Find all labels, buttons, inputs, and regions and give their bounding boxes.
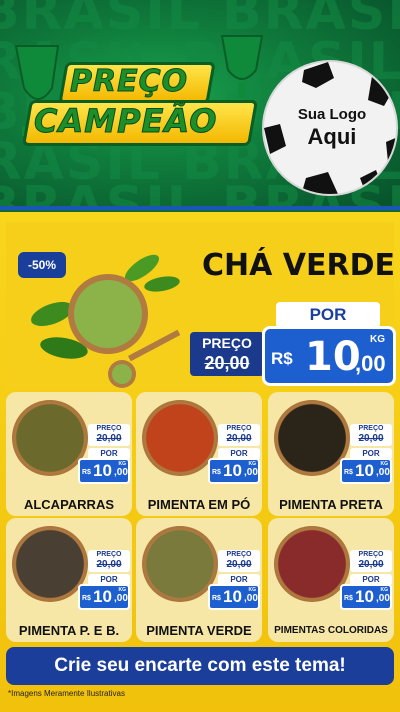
price-unit: KG [248,461,257,467]
old-price-label: PREÇO [96,425,122,432]
price-unit: KG [380,461,389,467]
title-line2: CAMPEÃO [33,102,218,141]
old-price-value: 20,00 [96,559,122,570]
price-tag: R$ 10,00 KG [208,584,260,610]
price-integer: 10 [223,461,242,480]
title-badge: PREÇO CAMPEÃO [18,56,259,156]
old-price-box: PREÇO 20,00 [88,424,130,446]
old-price-label: PREÇO [358,551,384,558]
price-unit: KG [248,587,257,593]
product-name: ALCAPARRAS [23,497,115,512]
product-image [12,526,88,602]
header-divider [0,206,400,210]
flyer-body: -50% CHÁ VERDE POR PREÇO 20,00 R$ 10 ,00… [0,212,400,712]
featured-product[interactable]: -50% CHÁ VERDE POR PREÇO 20,00 R$ 10 ,00… [6,222,396,390]
price-decimal: ,00 [244,593,258,604]
old-price-label: PREÇO [226,425,252,432]
old-price-box: PREÇO 20,00 [350,424,392,446]
price-integer: 10 [223,587,242,606]
product-name: PIMENTA P. E B. [18,623,120,638]
price-tag: R$ 10,00 KG [340,458,392,484]
price-decimal: ,00 [376,593,390,604]
old-price-value: 20,00 [204,353,250,373]
old-price-box: PREÇO 20,00 [190,332,264,376]
price-tag: R$ 10,00 KG [208,458,260,484]
product-name: PIMENTAS COLORIDAS [274,625,388,636]
old-price-value: 20,00 [96,433,122,444]
product-card[interactable]: PREÇO 20,00 POR R$ 10,00 KG PIMENTA VERDE [136,518,262,642]
product-image [274,526,350,602]
price-decimal: ,00 [244,467,258,478]
cta-banner[interactable]: Crie seu encarte com este tema! [6,647,394,685]
product-image [12,400,88,476]
old-price-value: 20,00 [358,559,384,570]
product-card[interactable]: PREÇO 20,00 POR R$ 10,00 KG ALCAPARRAS [6,392,132,516]
price-integer: 10 [93,461,112,480]
price-tag: R$ 10,00 KG [78,584,130,610]
price-tag: R$ 10,00 KG [78,458,130,484]
product-name: PIMENTA EM PÓ [147,497,251,512]
price-integer: 10 [305,334,361,380]
price-unit: KG [118,587,127,593]
product-card[interactable]: PREÇO 20,00 POR R$ 10,00 KG PIMENTAS COLORIDAS [268,518,394,642]
price-decimal: ,00 [355,351,386,376]
product-image [142,526,218,602]
currency-symbol: R$ [344,469,353,476]
product-card[interactable]: PREÇO 20,00 POR R$ 10,00 KG PIMENTA EM PÓ [136,392,262,516]
old-price-box: PREÇO 20,00 [350,550,392,572]
logo-text-line2: Aqui [307,124,357,149]
old-price-label: PREÇO [96,551,122,558]
old-price-value: 20,00 [226,433,252,444]
price-integer: 10 [355,461,374,480]
price-integer: 10 [93,587,112,606]
old-price-box: PREÇO 20,00 [218,550,260,572]
old-price-label: PREÇO [202,335,252,351]
currency-symbol: R$ [212,595,221,602]
header-banner: BRASIL BRASIL BRASIL BRASIL BRASIL BRASI… [0,0,400,210]
product-card[interactable]: PREÇO 20,00 POR R$ 10,00 KG PIMENTA P. E B. [6,518,132,642]
product-image [142,400,218,476]
title-line1: PREÇO [69,64,189,100]
currency-symbol: R$ [344,595,353,602]
logo-text-line1: Sua Logo [297,106,367,123]
price-decimal: ,00 [114,467,128,478]
price-tag: R$ 10,00 KG [340,584,392,610]
product-image [274,400,350,476]
old-price-value: 20,00 [226,559,252,570]
discount-badge: -50% [18,252,66,278]
old-price-box: PREÇO 20,00 [88,550,130,572]
por-label: POR [276,302,380,328]
price-tag: R$ 10 ,00 KG [262,326,396,386]
currency-symbol: R$ [82,595,91,602]
disclaimer: *Imagens Meramente Ilustrativas [8,689,125,698]
hero-product-title: CHÁ VERDE [202,248,395,283]
product-card[interactable]: PREÇO 20,00 POR R$ 10,00 KG PIMENTA PRETA [268,392,394,516]
price-decimal: ,00 [114,593,128,604]
old-price-label: PREÇO [358,425,384,432]
currency-symbol: R$ [212,469,221,476]
price-decimal: ,00 [376,467,390,478]
product-name: PIMENTA PRETA [279,497,383,512]
product-name: PIMENTA VERDE [146,623,252,638]
currency-symbol: R$ [271,349,293,368]
currency-symbol: R$ [82,469,91,476]
old-price-box: PREÇO 20,00 [218,424,260,446]
price-unit: KG [380,587,389,593]
old-price-label: PREÇO [226,551,252,558]
logo-placeholder[interactable]: Sua Logo Aqui [262,60,398,196]
price-unit: KG [370,334,385,345]
price-integer: 10 [355,587,374,606]
price-unit: KG [118,461,127,467]
old-price-value: 20,00 [358,433,384,444]
